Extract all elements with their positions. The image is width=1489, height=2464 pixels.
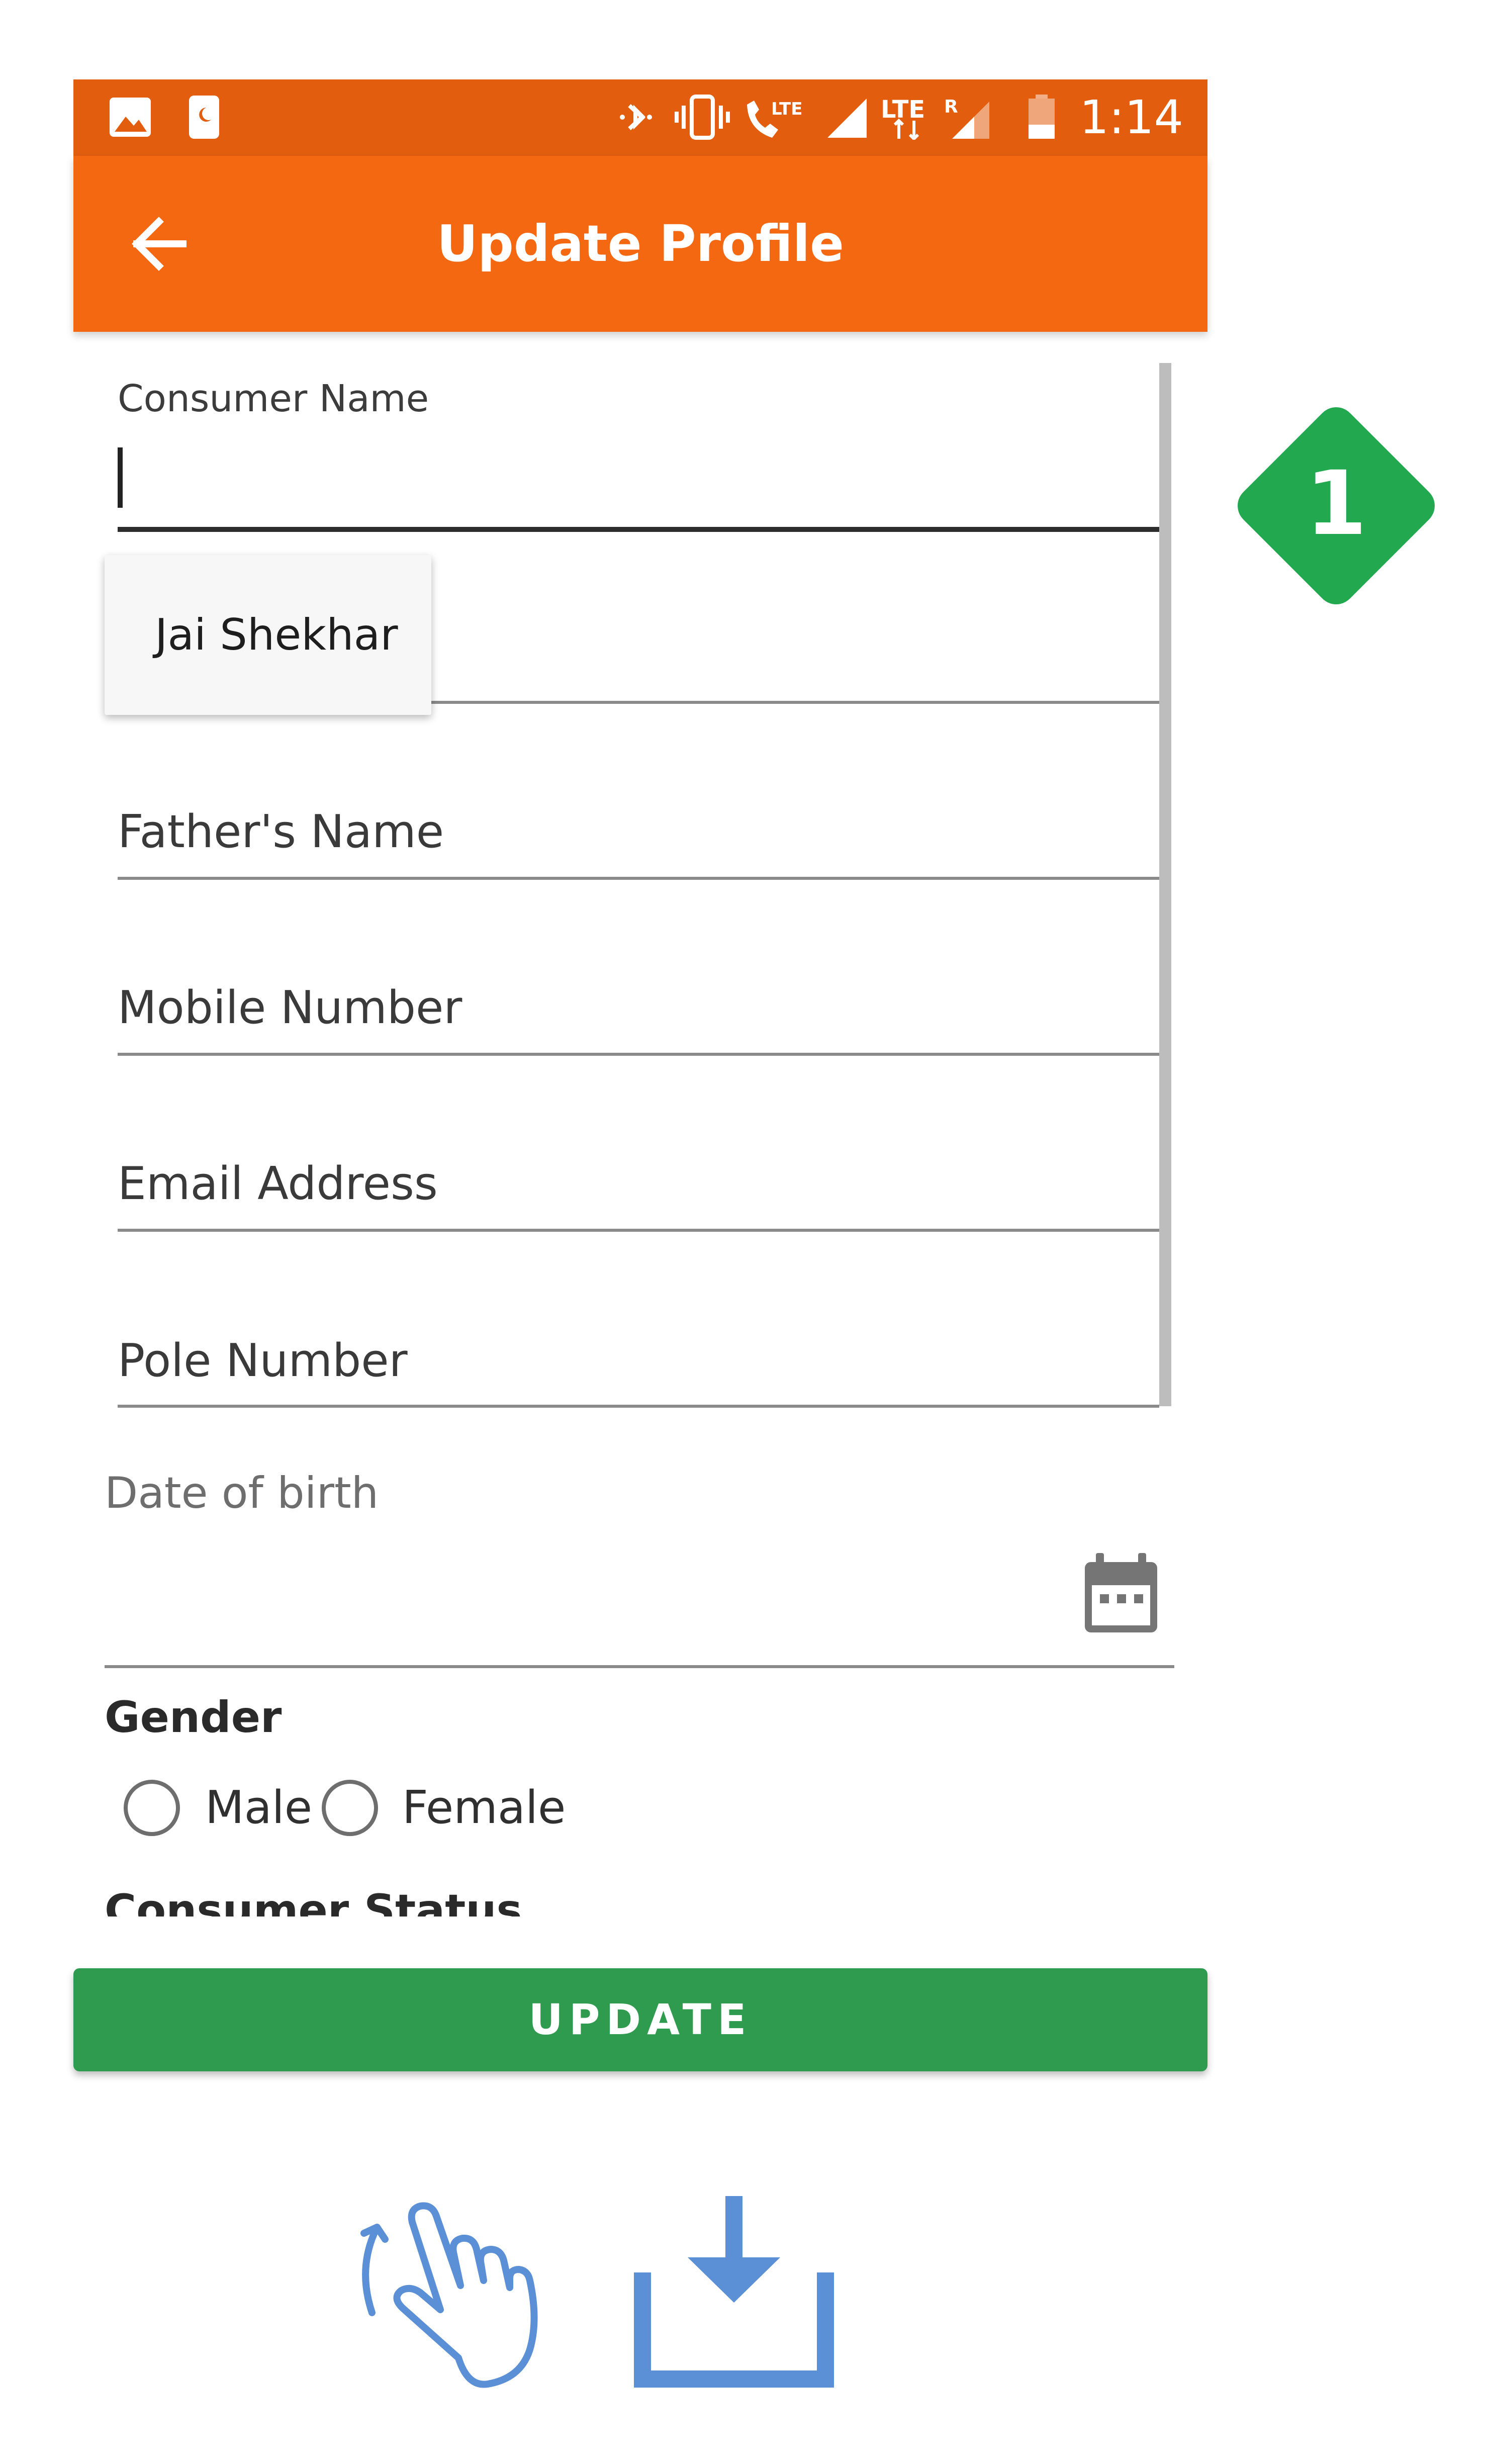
bluetooth-icon: [620, 104, 652, 130]
male-radio[interactable]: [124, 1780, 180, 1836]
tap-gesture-icon: [360, 2202, 538, 2388]
svg-text:LTE: LTE: [771, 99, 802, 119]
consumer-name-input[interactable]: [118, 437, 1159, 533]
fathers-name-input[interactable]: Father's Name: [118, 799, 1159, 865]
svg-text:LTE: LTE: [881, 96, 925, 124]
gender-label: Gender: [105, 1692, 282, 1743]
consumer-name-label: Consumer Name: [118, 377, 429, 420]
status-time: 1:14: [1079, 90, 1183, 144]
female-label[interactable]: Female: [402, 1780, 566, 1836]
email-address-underline: [118, 1229, 1159, 1232]
mobile-number-underline: [118, 1053, 1159, 1056]
fathers-name-underline: [118, 877, 1159, 880]
page-title: Update Profile: [437, 214, 844, 273]
back-button[interactable]: [121, 206, 201, 282]
mobile-number-input[interactable]: Mobile Number: [118, 975, 1159, 1041]
step-badge-number: 1: [1306, 452, 1367, 555]
arrow-left-icon: [132, 217, 187, 271]
calendar-button[interactable]: [1081, 1551, 1161, 1636]
calendar-icon: [1085, 1553, 1157, 1632]
consumer-status-label-clip: Consumer Status: [105, 1880, 607, 1917]
step-badge: 1: [1238, 407, 1435, 604]
male-label[interactable]: Male: [205, 1780, 312, 1836]
date-of-birth-label: Date of birth: [105, 1468, 379, 1518]
consumer-name-underline: [118, 527, 1159, 532]
email-address-input[interactable]: Email Address: [118, 1151, 1159, 1217]
female-radio[interactable]: [322, 1780, 378, 1836]
autocomplete-dropdown[interactable]: Jai Shekhar: [105, 555, 431, 715]
autocomplete-option[interactable]: Jai Shekhar: [155, 555, 398, 715]
status-bar: LTE LTE R 1:14: [73, 79, 1207, 156]
image-icon: [110, 98, 151, 137]
vibrate-icon: [675, 95, 730, 140]
lte-data-icon: LTE: [881, 96, 925, 140]
update-button[interactable]: UPDATE: [73, 1968, 1207, 2071]
date-of-birth-input[interactable]: [105, 1538, 1174, 1664]
pole-number-underline: [118, 1405, 1159, 1408]
download-icon: [634, 2196, 834, 2388]
volte-call-icon: LTE: [747, 99, 802, 138]
consumer-status-label: Consumer Status: [105, 1885, 522, 1917]
sim-toolkit-icon: [189, 96, 219, 139]
date-of-birth-underline: [105, 1665, 1174, 1668]
svg-text:R: R: [944, 97, 958, 117]
battery-low-icon: [1029, 95, 1055, 139]
scrollbar[interactable]: [1159, 363, 1171, 1406]
text-cursor: [118, 447, 123, 508]
signal-icon: [827, 99, 867, 138]
pole-number-input[interactable]: Pole Number: [118, 1328, 1159, 1394]
roaming-signal-icon: R: [944, 97, 989, 139]
